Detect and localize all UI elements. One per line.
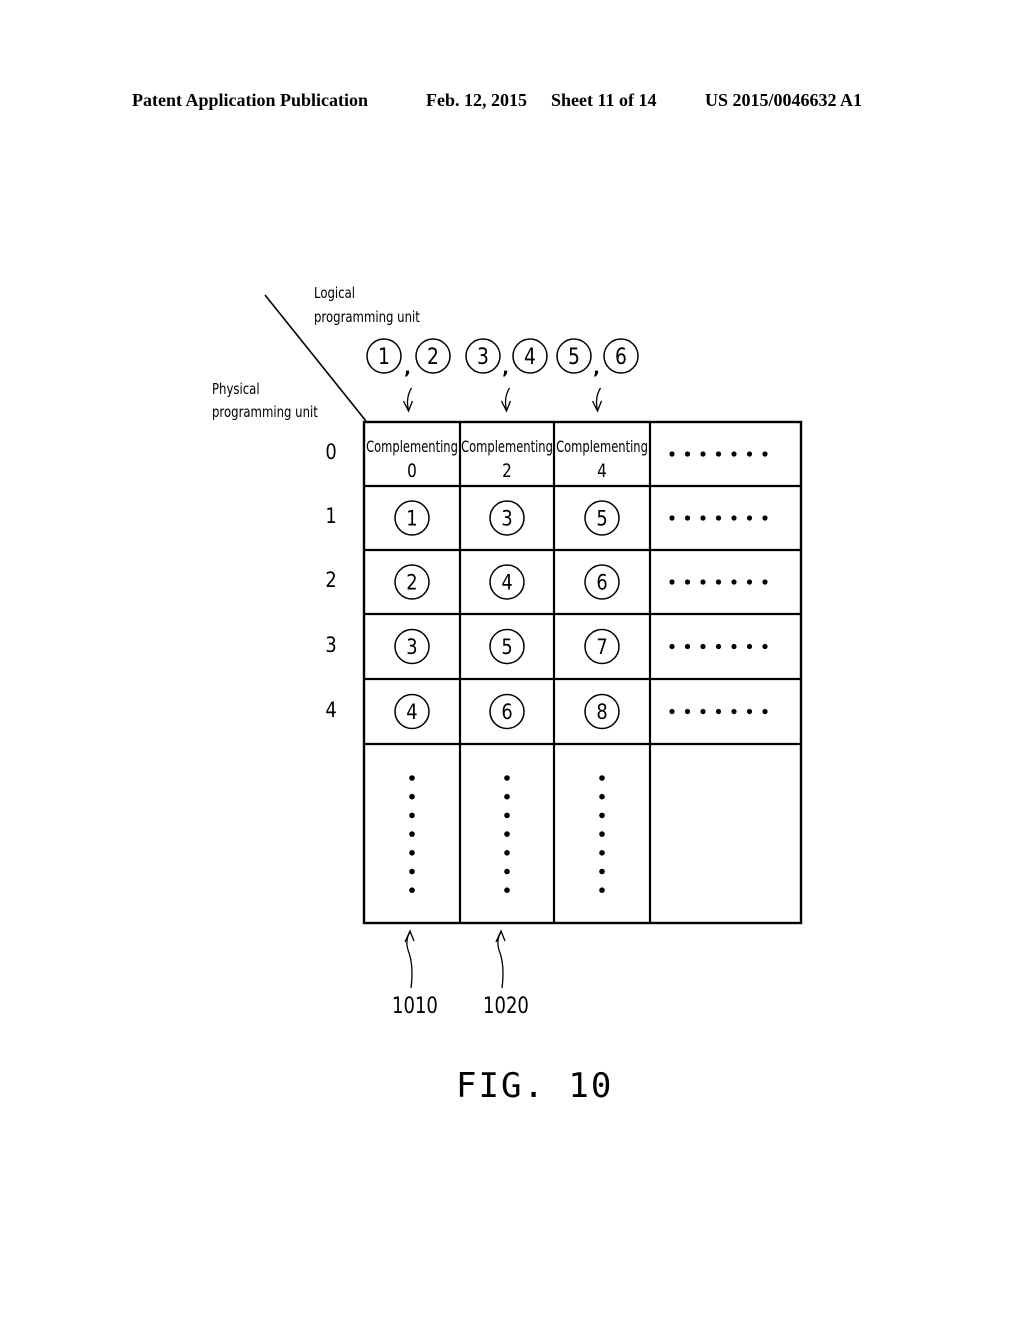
vertical-ellipsis-dot: [504, 887, 510, 893]
complementing-value: 2: [502, 460, 512, 482]
vertical-ellipsis-dot: [599, 887, 605, 893]
header-diagonal-line: [264, 294, 367, 422]
complementing-label: Complementing: [556, 438, 648, 456]
ellipsis-dot: [715, 515, 722, 521]
ellipsis-dot: [715, 708, 722, 715]
ellipsis-dot: [746, 451, 753, 457]
vertical-ellipsis-dot: [409, 812, 415, 819]
cell-unit-6-number: 6: [596, 570, 607, 595]
ellipsis-dot: [762, 579, 768, 585]
logical-unit-6-number: 6: [615, 343, 627, 369]
ellipsis-dot: [731, 708, 737, 715]
ellipsis-dot: [746, 579, 753, 585]
reference-1010-leader: [406, 931, 413, 989]
ellipsis-dot: [715, 643, 722, 650]
ellipsis-dot: [669, 515, 675, 521]
ellipsis-dot: [746, 708, 753, 715]
ellipsis-dot: [731, 515, 737, 521]
logical-unit-4-number: 4: [524, 343, 536, 369]
vertical-ellipsis-dot: [504, 812, 510, 819]
ellipsis-dot: [731, 579, 737, 585]
cell-unit-6-number: 6: [501, 700, 512, 725]
comma: ,: [593, 358, 600, 379]
ellipsis-dot: [684, 451, 691, 457]
cell-unit-3-number: 3: [406, 635, 417, 660]
ellipsis-dot: [684, 708, 691, 715]
cell-unit-3-number: 3: [501, 506, 512, 531]
comma: ,: [404, 358, 411, 379]
vertical-ellipsis-dot: [504, 775, 510, 781]
ellipsis-dot: [669, 643, 675, 650]
cell-unit-4-number: 4: [501, 570, 512, 595]
ellipsis-dot: [684, 515, 691, 521]
ellipsis-dot: [762, 708, 768, 715]
ellipsis-dot: [700, 451, 706, 457]
vertical-ellipsis-dot: [409, 887, 415, 893]
row-label-0: 0: [325, 440, 337, 464]
row-label-2: 2: [325, 568, 337, 592]
figure-label: FIG. 10: [456, 1066, 614, 1106]
ellipsis-dot: [746, 643, 753, 650]
cell-unit-5-number: 5: [501, 635, 512, 660]
logical-unit-1-number: 1: [378, 343, 390, 369]
comma: ,: [502, 358, 509, 379]
ellipsis-dot: [684, 643, 691, 650]
ellipsis-dot: [731, 643, 737, 650]
vertical-ellipsis-dot: [504, 850, 510, 856]
vertical-ellipsis-dot: [599, 868, 605, 875]
row-label-4: 4: [325, 697, 337, 722]
ellipsis-dot: [669, 451, 675, 457]
complementing-value: 4: [597, 460, 607, 482]
vertical-ellipsis-dot: [409, 831, 415, 837]
cell-unit-5-number: 5: [596, 506, 607, 531]
complementing-label: Complementing: [461, 438, 553, 456]
ellipsis-dot: [746, 515, 753, 521]
ellipsis-dot: [669, 708, 675, 715]
logical-unit-5-number: 5: [568, 343, 580, 369]
ellipsis-dot: [669, 579, 675, 585]
logical-unit-3-number: 3: [477, 343, 489, 369]
reference-1010: 1010: [392, 994, 438, 1019]
complementing-value: 0: [407, 460, 417, 482]
ellipsis-dot: [715, 579, 722, 585]
row-label-1: 1: [325, 504, 337, 528]
ellipsis-dot: [700, 579, 706, 585]
cell-unit-2-number: 2: [406, 570, 417, 595]
cell-unit-8-number: 8: [596, 700, 607, 725]
ellipsis-dot: [762, 643, 768, 650]
ellipsis-dot: [731, 451, 737, 457]
cell-unit-4-number: 4: [406, 700, 417, 725]
row-label-3: 3: [325, 632, 337, 657]
vertical-ellipsis-dot: [504, 831, 510, 837]
logical-unit-2-number: 2: [427, 343, 439, 369]
reference-1020-leader: [497, 931, 504, 989]
ellipsis-dot: [700, 643, 706, 650]
vertical-ellipsis-dot: [504, 793, 510, 800]
arrow-up-icon: [404, 929, 415, 943]
vertical-ellipsis-dot: [599, 775, 605, 781]
ellipsis-dot: [715, 451, 722, 457]
reference-1020: 1020: [483, 994, 529, 1019]
vertical-ellipsis-dot: [409, 775, 415, 781]
cell-unit-7-number: 7: [596, 635, 607, 660]
vertical-ellipsis-dot: [409, 850, 415, 856]
ellipsis-dot: [700, 708, 706, 715]
ellipsis-dot: [762, 451, 768, 457]
table-border: [362, 420, 803, 925]
ellipsis-dot: [762, 515, 768, 521]
complementing-label: Complementing: [366, 438, 458, 456]
arrow-up-icon: [495, 929, 506, 943]
fig10-diagram: 1 2, 3 4, 5 6, Complementing 0 Complementing 2 Com…: [264, 294, 803, 989]
vertical-ellipsis-dot: [409, 793, 415, 800]
vertical-ellipsis-dot: [504, 868, 510, 875]
vertical-ellipsis-dot: [599, 812, 605, 819]
vertical-ellipsis-dot: [599, 850, 605, 856]
vertical-ellipsis-dot: [409, 868, 415, 875]
cell-unit-1-number: 1: [406, 506, 417, 531]
ellipsis-dot: [684, 579, 691, 585]
ellipsis-dot: [700, 515, 706, 521]
vertical-ellipsis-dot: [599, 793, 605, 800]
vertical-ellipsis-dot: [599, 831, 605, 837]
